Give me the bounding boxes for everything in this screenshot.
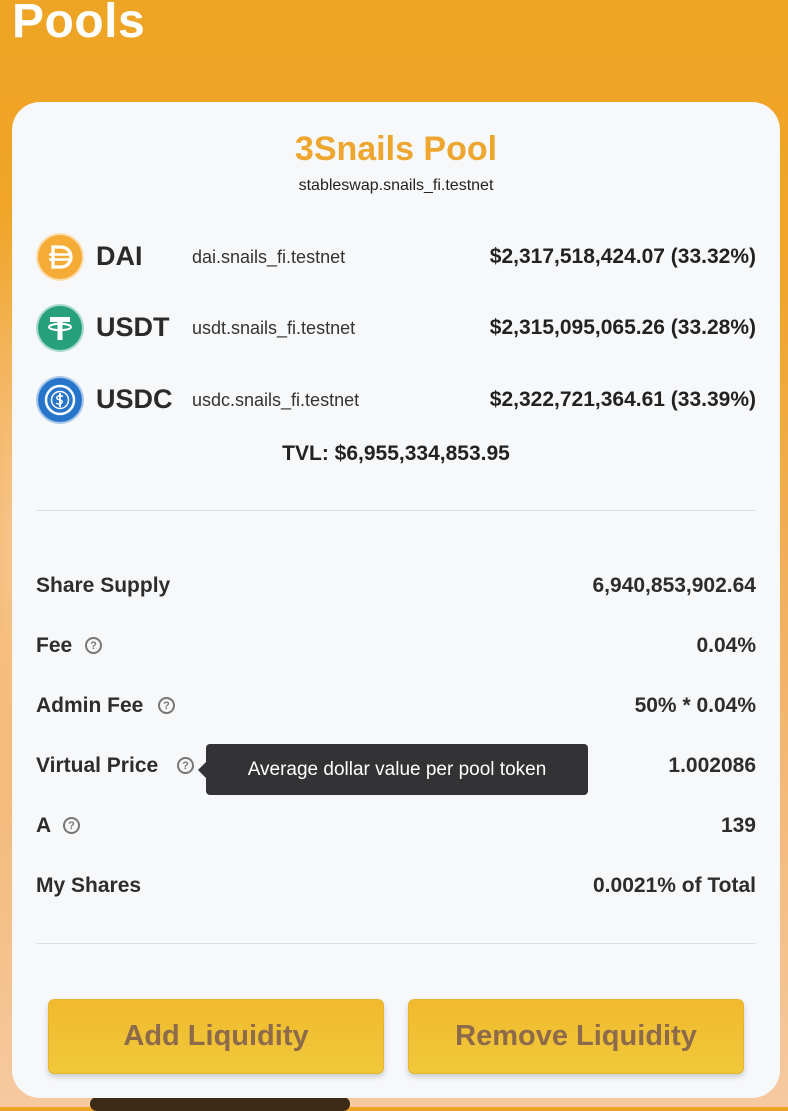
stat-row-a: A ? 139 (36, 814, 756, 844)
share-supply-label: Share Supply (36, 574, 171, 597)
tvl-total: TVL: $6,955,334,853.95 (282, 442, 510, 465)
a-label: A (36, 814, 52, 837)
token-row-usdc: USDC usdc.snails_fi.testnet $2,322,721,3… (36, 376, 756, 426)
pool-name: 3Snails Pool (294, 130, 498, 168)
my-shares-label: My Shares (36, 874, 142, 897)
token-balance: $2,315,095,065.26 (33.28%) (489, 316, 756, 339)
token-symbol: DAI (96, 241, 143, 271)
help-icon[interactable]: ? (85, 637, 102, 654)
my-shares-value: 0.0021% of Total (593, 874, 756, 897)
token-symbol: USDT (96, 312, 170, 342)
help-icon[interactable]: ? (158, 697, 175, 714)
stat-row-admin-fee: Admin Fee ? 50% * 0.04% (36, 694, 756, 724)
token-address: dai.snails_fi.testnet (192, 247, 346, 267)
admin-fee-value: 50% * 0.04% (634, 694, 756, 717)
token-symbol: USDC (96, 384, 173, 414)
pool-contract-address: stableswap.snails_fi.testnet (298, 177, 494, 194)
fee-value: 0.04% (696, 634, 756, 657)
dai-icon (36, 233, 84, 281)
virtual-price-tooltip: Average dollar value per pool token (206, 744, 588, 795)
divider (36, 510, 756, 511)
admin-fee-label: Admin Fee (36, 694, 144, 717)
tether-icon (36, 304, 84, 352)
pool-card: 3Snails Pool stableswap.snails_fi.testne… (12, 102, 780, 1098)
token-address: usdt.snails_fi.testnet (192, 318, 356, 338)
help-icon[interactable]: ? (177, 757, 194, 774)
fee-label: Fee (36, 634, 73, 657)
token-address: usdc.snails_fi.testnet (192, 390, 360, 410)
stat-row-share-supply: Share Supply 6,940,853,902.64 (36, 574, 756, 604)
a-value: 139 (720, 814, 756, 837)
help-icon[interactable]: ? (63, 817, 80, 834)
virtual-price-label: Virtual Price (36, 754, 159, 777)
page-title: Pools (12, 0, 146, 48)
token-balance: $2,322,721,364.61 (33.39%) (489, 388, 756, 411)
background-decoration-bottom (90, 1097, 350, 1111)
stat-row-my-shares: My Shares 0.0021% of Total (36, 874, 756, 904)
token-balance: $2,317,518,424.07 (33.32%) (489, 245, 756, 268)
token-row-dai: DAI dai.snails_fi.testnet $2,317,518,424… (36, 233, 756, 283)
add-liquidity-button[interactable]: Add Liquidity (48, 999, 384, 1074)
divider (36, 943, 756, 944)
stat-row-fee: Fee ? 0.04% (36, 634, 756, 664)
share-supply-value: 6,940,853,902.64 (592, 574, 757, 597)
virtual-price-value: 1.002086 (668, 754, 756, 777)
token-row-usdt: USDT usdt.snails_fi.testnet $2,315,095,0… (36, 304, 756, 354)
remove-liquidity-button[interactable]: Remove Liquidity (408, 999, 744, 1074)
usdc-icon (36, 376, 84, 424)
